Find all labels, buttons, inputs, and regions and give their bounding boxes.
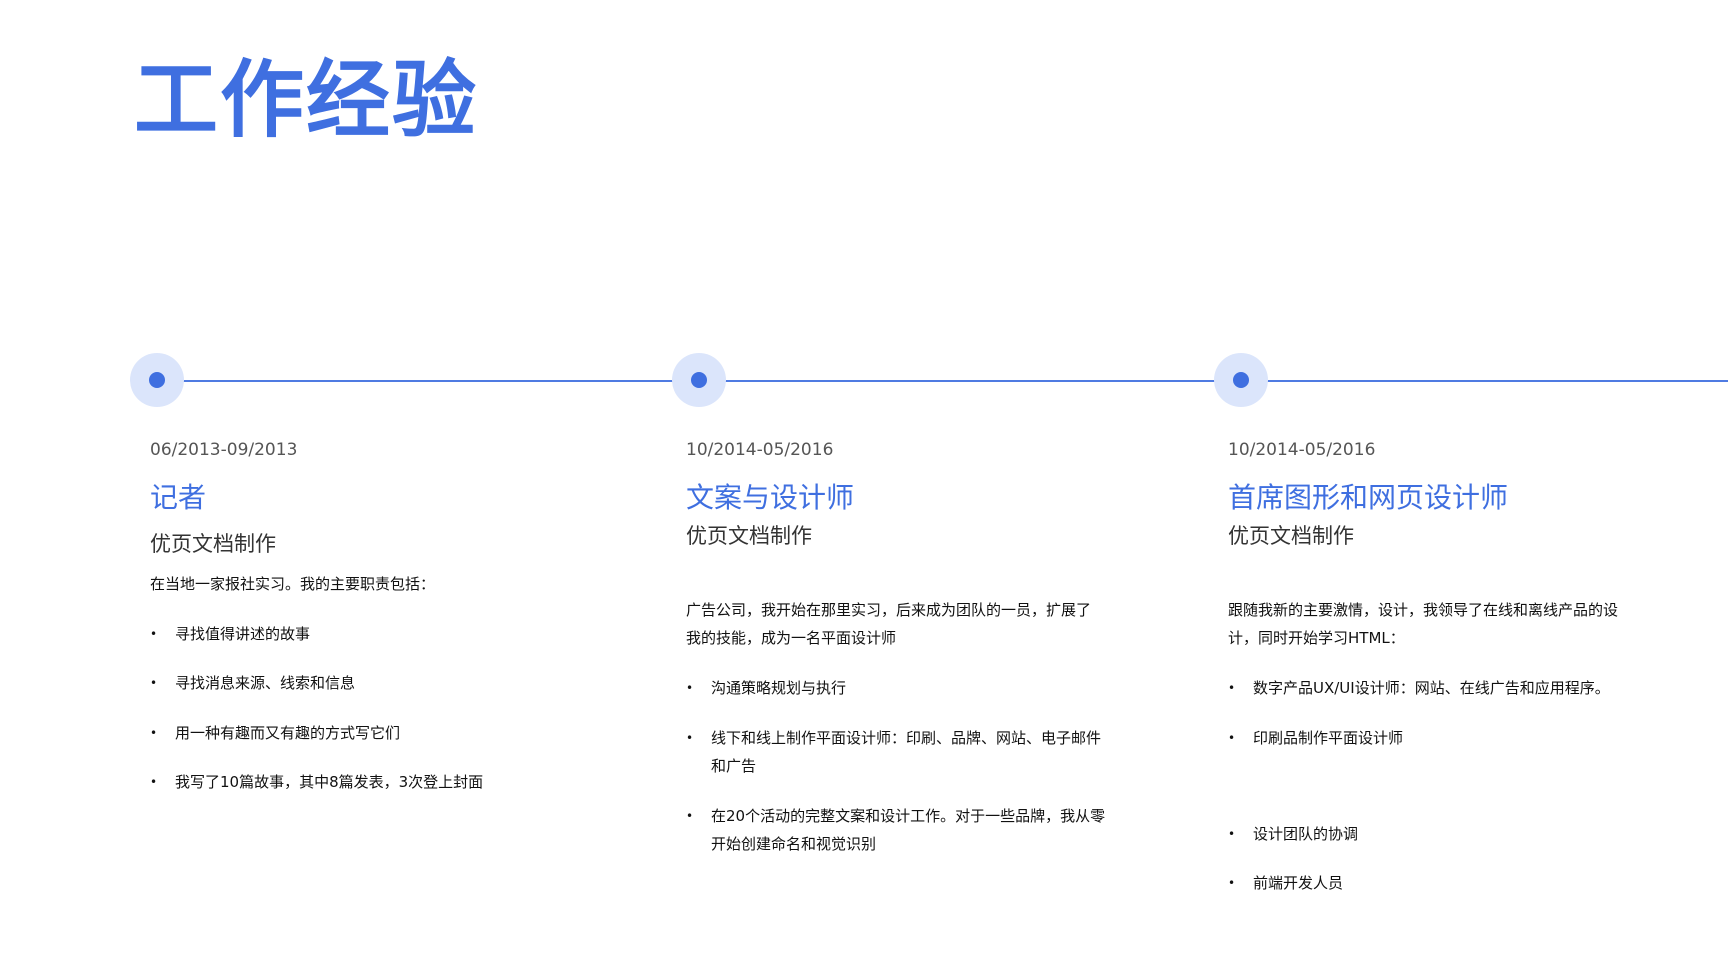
timeline-dot	[1233, 372, 1249, 388]
experience-bullet: 沟通策略规划与执行	[686, 674, 1106, 702]
experience-bullet: 设计团队的协调	[1228, 820, 1648, 848]
timeline-line	[157, 380, 1728, 382]
timeline-node-2	[672, 353, 726, 407]
experience-company: 优页文档制作	[686, 524, 812, 548]
experience-date: 10/2014-05/2016	[686, 440, 834, 460]
experience-bullet: 数字产品UX/UI设计师：网站、在线广告和应用程序。	[1228, 674, 1648, 702]
experience-bullet: 印刷品制作平面设计师	[1228, 724, 1648, 752]
experience-date: 06/2013-09/2013	[150, 440, 298, 460]
experience-role: 文案与设计师	[686, 481, 855, 514]
experience-date: 10/2014-05/2016	[1228, 440, 1376, 460]
experience-company: 优页文档制作	[1228, 524, 1354, 548]
page-title: 工作经验	[134, 51, 479, 149]
experience-bullet: 在20个活动的完整文案和设计工作。对于一些品牌，我从零开始创建命名和视觉识别	[686, 802, 1106, 858]
experience-bullet: 前端开发人员	[1228, 869, 1648, 897]
experience-bullet: 寻找值得讲述的故事	[150, 620, 570, 648]
experience-role: 记者	[150, 481, 207, 514]
experience-bullet: 寻找消息来源、线索和信息	[150, 669, 570, 697]
experience-intro: 广告公司，我开始在那里实习，后来成为团队的一员，扩展了我的技能，成为一名平面设计…	[686, 601, 1092, 647]
experience-intro: 在当地一家报社实习。我的主要职责包括：	[150, 575, 436, 593]
timeline-dot	[691, 372, 707, 388]
timeline-dot	[149, 372, 165, 388]
experience-intro: 跟随我新的主要激情，设计，我领导了在线和离线产品的设计，同时开始学习HTML：	[1228, 601, 1619, 647]
experience-bullet: 用一种有趣而又有趣的方式写它们	[150, 719, 570, 747]
experience-bullet: 我写了10篇故事，其中8篇发表，3次登上封面	[150, 768, 570, 796]
experience-bullet: 线下和线上制作平面设计师：印刷、品牌、网站、电子邮件和广告	[686, 724, 1106, 780]
timeline-node-3	[1214, 353, 1268, 407]
timeline-node-1	[130, 353, 184, 407]
experience-company: 优页文档制作	[150, 532, 276, 556]
experience-role: 首席图形和网页设计师	[1228, 481, 1509, 514]
